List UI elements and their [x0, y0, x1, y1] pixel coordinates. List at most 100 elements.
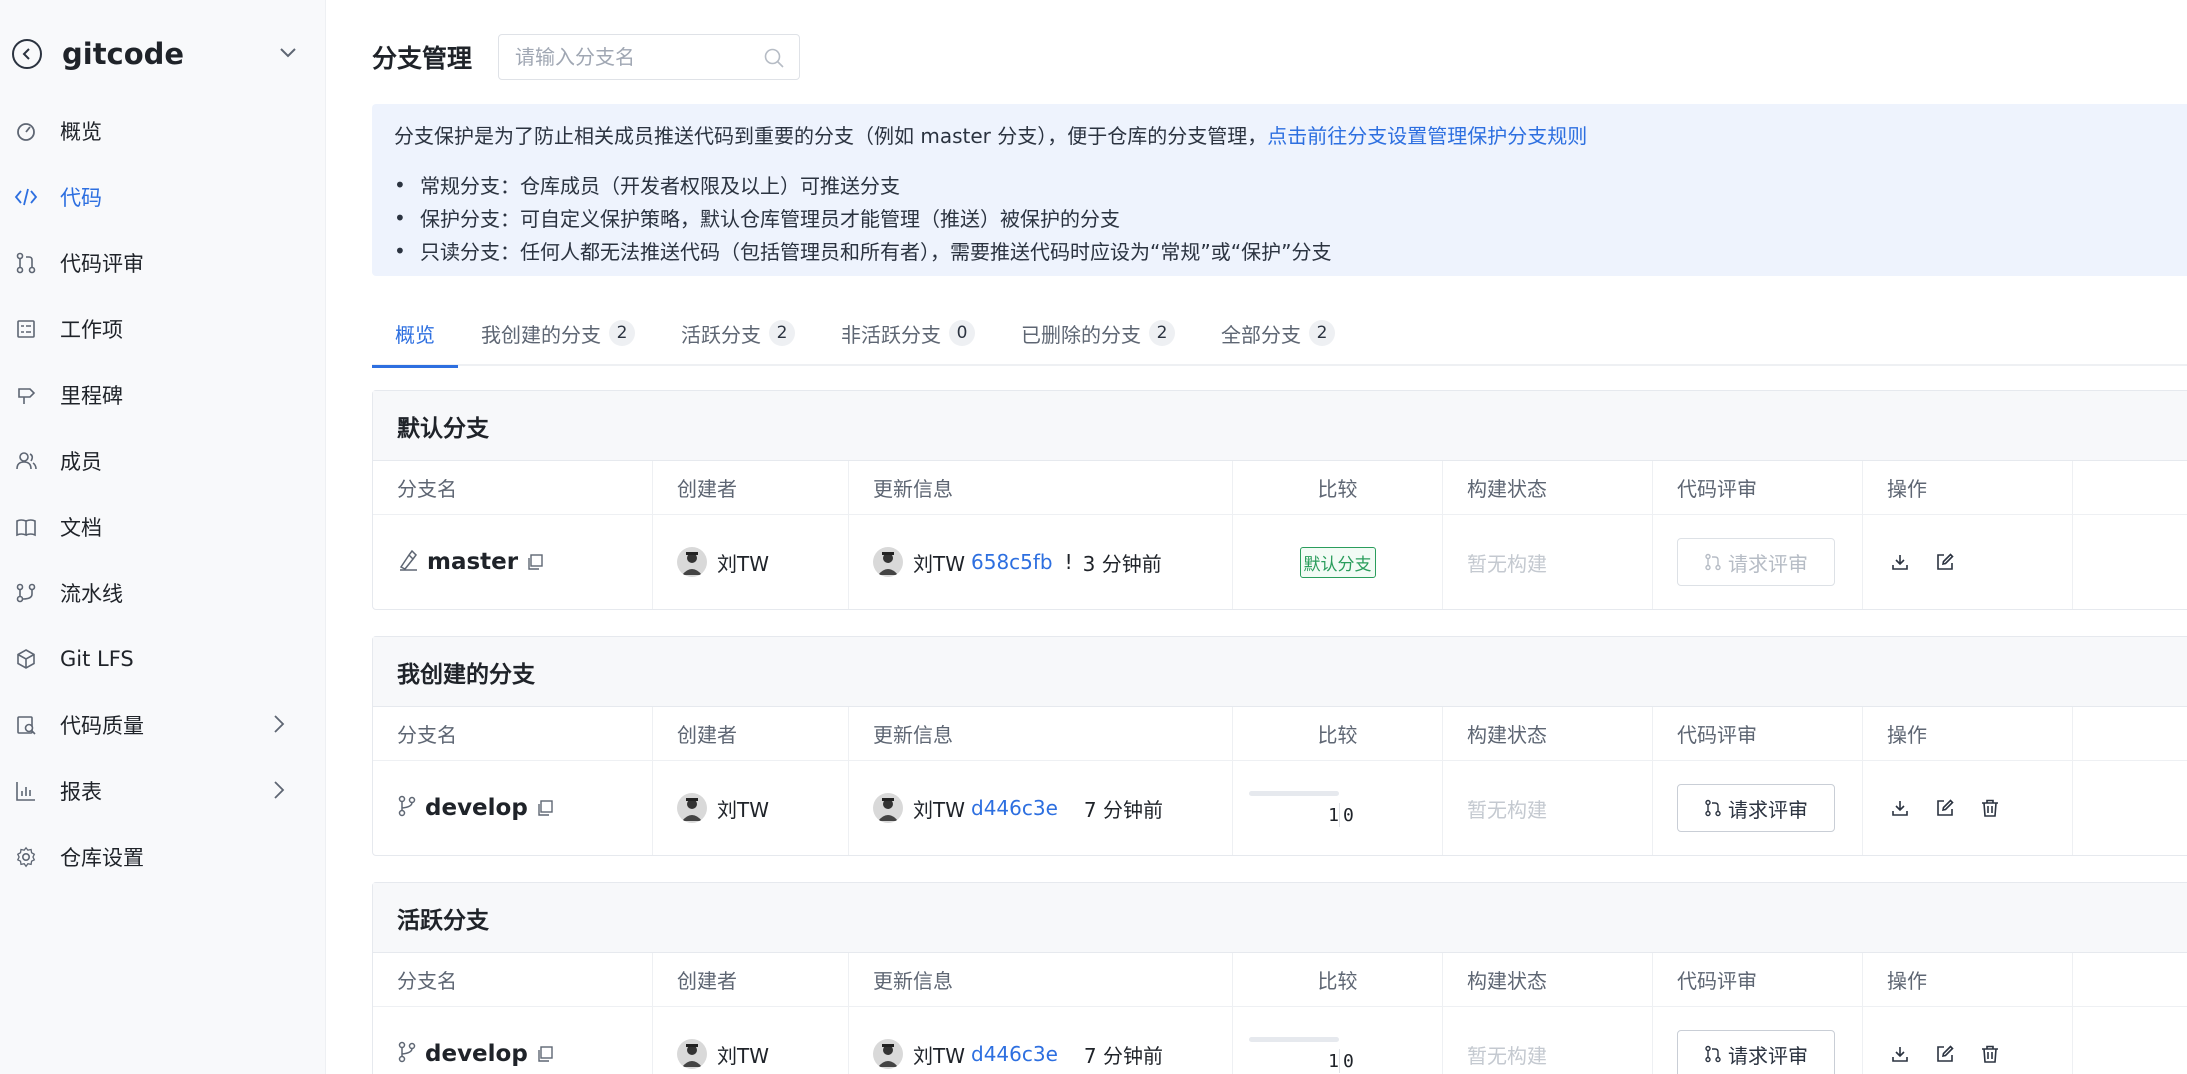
chevron-right-icon[interactable]	[272, 713, 286, 740]
creator-name: 刘TW	[717, 551, 769, 576]
col-header-update: 更新信息	[849, 707, 1233, 760]
table-row: develop 刘TW 刘TW d446c3e 7 分钟前 1 0 暂无构建 请…	[373, 1007, 2187, 1074]
download-icon[interactable]	[1887, 549, 1913, 575]
sidebar-item-code[interactable]: 代码	[0, 164, 326, 230]
col-header-build: 构建状态	[1443, 953, 1653, 1006]
chevron-right-icon[interactable]	[272, 779, 286, 806]
request-review-label: 请求评审	[1728, 799, 1808, 822]
tab-my-branches[interactable]: 我创建的分支 2	[458, 300, 658, 366]
update-cell: 刘TW d446c3e 7 分钟前	[849, 1007, 1233, 1074]
branch-search[interactable]	[498, 34, 801, 80]
sidebar-item-members[interactable]: 成员	[0, 428, 326, 494]
branch-protection-info: 分支保护是为了防止相关成员推送代码到重要的分支（例如 master 分支），便于…	[372, 104, 2187, 276]
ahead-behind-indicator: 1 0	[1249, 791, 1429, 831]
repo-name[interactable]: gitcode	[62, 37, 184, 71]
col-header-compare: 比较	[1233, 461, 1443, 514]
sidebar-item-pipeline[interactable]: 流水线	[0, 560, 326, 626]
tab-inactive-branches[interactable]: 非活跃分支 0	[818, 300, 998, 366]
sidebar-item-git-lfs[interactable]: Git LFS	[0, 626, 326, 692]
sidebar-item-label: 代码评审	[60, 252, 144, 276]
branch-name-link[interactable]: master	[427, 549, 518, 575]
ops-cell	[1863, 515, 2073, 609]
sidebar-item-code-quality[interactable]: 代码质量	[0, 692, 326, 758]
tab-overview[interactable]: 概览	[372, 300, 458, 368]
sidebar-item-overview[interactable]: 概览	[0, 98, 326, 164]
col-header-review: 代码评审	[1653, 953, 1863, 1006]
sidebar-item-label: 概览	[60, 120, 102, 144]
sidebar-item-issues[interactable]: 工作项	[0, 296, 326, 362]
merge-request-icon	[1704, 553, 1722, 571]
col-header-ops: 操作	[1863, 953, 2073, 1006]
request-review-button[interactable]: 请求评审	[1677, 784, 1835, 832]
branch-name-link[interactable]: develop	[425, 795, 528, 821]
info-bullet-text: 保护分支：可自定义保护策略，默认仓库管理员才能管理（推送）被保护的分支	[420, 207, 1120, 231]
download-icon[interactable]	[1887, 795, 1913, 821]
commit-hash-link[interactable]: 658c5fb	[971, 550, 1053, 574]
info-main-text: 分支保护是为了防止相关成员推送代码到重要的分支（例如 master 分支），便于…	[394, 124, 1268, 148]
tab-count-badge: 2	[609, 320, 635, 346]
trash-icon[interactable]	[1977, 1041, 2003, 1067]
info-text: 分支保护是为了防止相关成员推送代码到重要的分支（例如 master 分支），便于…	[394, 120, 1587, 149]
col-header-name: 分支名	[373, 953, 653, 1006]
request-review-label: 请求评审	[1728, 1045, 1808, 1068]
tab-active-branches[interactable]: 活跃分支 2	[658, 300, 818, 366]
back-icon[interactable]	[12, 39, 42, 69]
sidebar-item-milestones[interactable]: 里程碑	[0, 362, 326, 428]
avatar	[873, 793, 903, 823]
creator-cell: 刘TW	[653, 515, 849, 609]
chevron-down-icon[interactable]	[278, 42, 298, 66]
merge-request-icon	[14, 251, 38, 275]
sidebar-item-label: 报表	[60, 780, 102, 804]
sidebar-item-label: Git LFS	[60, 647, 134, 671]
branch-cell: master	[373, 515, 653, 609]
pipeline-icon	[14, 581, 38, 605]
col-header-review: 代码评审	[1653, 461, 1863, 514]
copy-icon[interactable]	[536, 1045, 554, 1063]
milestone-icon	[14, 383, 38, 407]
sidebar-item-reports[interactable]: 报表	[0, 758, 326, 824]
tab-all-branches[interactable]: 全部分支 2	[1198, 300, 1358, 366]
section-title: 活跃分支	[373, 883, 2187, 953]
members-icon	[14, 449, 38, 473]
branch-cell: develop	[373, 1007, 653, 1074]
code-icon	[14, 185, 38, 209]
download-icon[interactable]	[1887, 1041, 1913, 1067]
edit-icon[interactable]	[1932, 549, 1958, 575]
tab-deleted-branches[interactable]: 已删除的分支 2	[998, 300, 1198, 366]
copy-icon[interactable]	[536, 799, 554, 817]
commit-hash-link[interactable]: d446c3e	[971, 1042, 1058, 1066]
commit-hash-link[interactable]: d446c3e	[971, 796, 1058, 820]
request-review-button[interactable]: 请求评审	[1677, 1030, 1835, 1074]
edit-icon[interactable]	[1932, 795, 1958, 821]
sidebar-item-repo-settings[interactable]: 仓库设置	[0, 824, 326, 890]
main-content: 分支管理 分支保护是为了防止相关成员推送代码到重要的分支（例如 master 分…	[326, 0, 2187, 1074]
build-cell: 暂无构建	[1443, 515, 1653, 609]
build-status: 暂无构建	[1467, 797, 1547, 822]
cube-icon	[14, 647, 38, 671]
request-review-button[interactable]: 请求评审	[1677, 538, 1835, 586]
col-header-ops: 操作	[1863, 461, 2073, 514]
compare-divider	[1339, 1049, 1340, 1073]
edit-icon[interactable]	[1932, 1041, 1958, 1067]
avatar	[873, 547, 903, 577]
branch-name-link[interactable]: develop	[425, 1041, 528, 1067]
sidebar: gitcode 概览 代码 代码评审 工作项 里程碑 成员 文档 流水线 Git…	[0, 0, 326, 1074]
search-icon[interactable]	[763, 47, 785, 73]
ahead-count: 0	[1343, 805, 1354, 826]
branch-search-input[interactable]	[499, 37, 750, 77]
ops-cell	[1863, 1007, 2073, 1074]
avatar	[677, 547, 707, 577]
sidebar-item-code-review[interactable]: 代码评审	[0, 230, 326, 296]
behind-count: 1	[1328, 805, 1339, 826]
copy-icon[interactable]	[526, 553, 544, 571]
col-header-update: 更新信息	[849, 953, 1233, 1006]
protection-rules-link[interactable]: 点击前往分支设置管理保护分支规则	[1267, 124, 1587, 148]
title-row: 分支管理	[372, 34, 801, 80]
dashboard-icon	[14, 119, 38, 143]
trash-icon[interactable]	[1977, 795, 2003, 821]
sidebar-item-docs[interactable]: 文档	[0, 494, 326, 560]
sidebar-item-label: 代码质量	[60, 714, 144, 738]
col-spacer	[2073, 1007, 2187, 1074]
creator-name: 刘TW	[717, 797, 769, 822]
creator-cell: 刘TW	[653, 1007, 849, 1074]
